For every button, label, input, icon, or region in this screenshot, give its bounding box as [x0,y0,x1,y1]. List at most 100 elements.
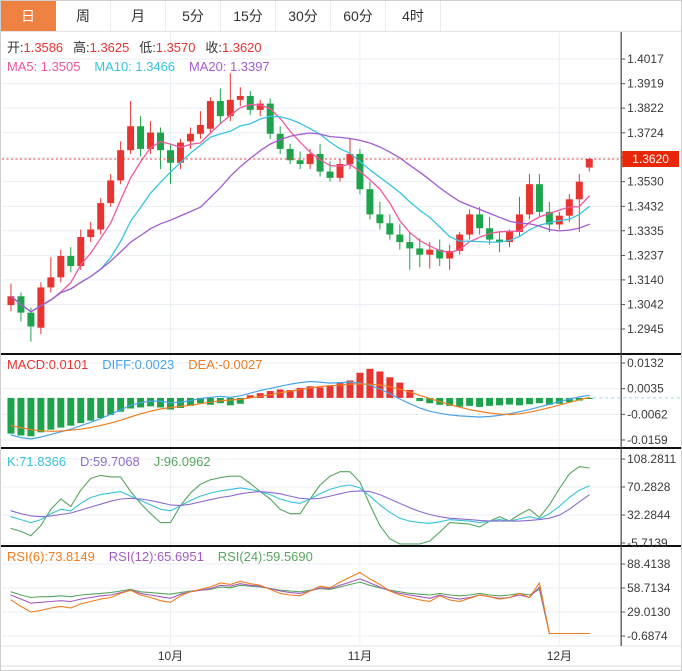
candle [466,214,473,234]
candle [426,250,433,255]
main-axis-tick-label: 1.3432 [627,199,664,213]
main-axis-tick-label: 1.3335 [627,224,664,238]
macd-info-row-item: MACD:0.0101 [7,357,88,372]
macd-bar [37,398,44,432]
tab-60min[interactable]: 60分 [331,1,386,31]
main-axis-tick-label: 1.3919 [627,77,664,91]
macd-bar [107,398,114,415]
macd-bar [346,380,353,397]
kdj-info-row-item: J:96.0962 [154,454,211,469]
rsi12-line [11,579,589,634]
main-axis-tick-label: 1.3724 [627,126,664,140]
macd-bar [87,398,94,421]
candle [117,150,124,180]
macd-bar [366,369,373,398]
ma-info-row: MA5: 1.3505 MA10: 1.3466 MA20: 1.3397 [7,59,270,74]
macd-bar [516,398,523,405]
ohlc-value: 1.3620 [222,40,262,55]
macd-bar [47,398,54,430]
ohlc-info-row: 开:1.3586高:1.3625低:1.3570收:1.3620 [7,40,262,55]
ma-info-row-item: MA20: 1.3397 [189,59,270,74]
macd-bar [506,398,513,405]
candle [396,235,403,243]
tab-30min[interactable]: 30分 [276,1,331,31]
candle [406,242,413,248]
macd-bar [327,385,334,398]
candle [217,101,224,116]
candle [416,248,423,254]
candle [526,184,533,214]
candle [386,223,393,234]
current-price-badge-label: 1.3620 [632,152,669,166]
macd-bar [536,398,543,403]
tab-5min[interactable]: 5分 [166,1,221,31]
period-toolbar: 日周月5分15分30分60分4时 [1,1,681,32]
ohlc-value: 1.3625 [90,40,130,55]
candle [207,101,214,129]
rsi_panel-axis-tick-label: -0.6874 [627,629,668,643]
ma-info-row-item: MA10: 1.3466 [94,59,175,74]
ohlc-label: 高: [73,40,90,55]
candle [317,154,324,172]
rsi_panel-axis-tick-label: 29.0130 [627,605,671,619]
kdj-info-row: K:71.8366D:59.7068J:96.0962 [7,454,211,469]
macd-bar [526,398,533,404]
rsi-info-row-item: RSI(6):73.8149 [7,549,95,564]
macd-info-row-item: DEA:-0.0027 [188,357,262,372]
candle [327,172,334,178]
macd-bar [496,398,503,405]
ma-info-row-item: MA5: 1.3505 [7,59,80,74]
macd-bar [486,398,493,406]
date-axis-label: 11月 [348,649,372,663]
candle [576,182,583,200]
candle [47,277,54,287]
kdj_panel-axis-tick-label: 32.2844 [627,508,671,522]
ohlc-label: 开: [7,40,24,55]
rsi-info-row-item: RSI(24):59.5690 [218,549,313,564]
tab-15min[interactable]: 15分 [221,1,276,31]
toolbar-spacer [441,1,681,31]
main-axis-tick-label: 1.4017 [627,52,664,66]
candle [187,134,194,142]
candle [366,189,373,214]
candle [87,230,94,238]
macd-bar [77,398,84,423]
kdj_panel-axis-tick-label: 108.2811 [627,452,676,466]
macd_panel-axis-tick-label: 0.0035 [627,382,664,396]
tab-month[interactable]: 月 [111,1,166,31]
main-axis-tick-label: 1.3042 [627,298,664,312]
main-axis-tick-label: 1.3237 [627,248,664,262]
ohlc-value: 1.3586 [24,40,64,55]
main-axis-tick-label: 1.2945 [627,322,664,336]
chart-app: 日周月5分15分30分60分4时 1.4017 1.3919 1.3822 1.372… [0,0,682,671]
chart-canvas[interactable]: 1.40171.39191.38221.37241.35301.34321.33… [1,32,681,671]
macd-bar [466,398,473,406]
ohlc-label: 低: [139,40,156,55]
macd-bar [17,398,24,436]
macd-bar [7,398,14,434]
macd-bar [317,387,324,398]
main-axis-tick-label: 1.3822 [627,101,664,115]
date-axis-label: 12月 [547,649,572,663]
candle [297,160,304,164]
macd-bar [476,398,483,407]
macd-bar [227,398,234,405]
tab-week[interactable]: 周 [56,1,111,31]
macd_panel-axis-tick-label: -0.0159 [627,433,668,447]
candle [247,96,254,110]
candle [476,214,483,228]
rsi-info-row: RSI(6):73.8149 RSI(12):65.6951 RSI(24):59.… [7,549,313,564]
candle [127,126,134,150]
candle [237,96,244,100]
kdj-info-row-item: D:59.7068 [80,454,140,469]
macd-info-row: MACD:0.0101DIFF:0.0023DEA:-0.0027 [7,357,262,372]
macd-bar [97,398,104,418]
candle [97,203,104,229]
tab-4hour[interactable]: 4时 [386,1,441,31]
candle [57,256,64,277]
ohlc-label: 收: [205,40,222,55]
rsi_panel-axis-tick-label: 88.4138 [627,557,671,571]
candle [536,184,543,212]
rsi-info-row-item: RSI(12):65.6951 [109,549,204,564]
tab-day[interactable]: 日 [1,1,56,31]
